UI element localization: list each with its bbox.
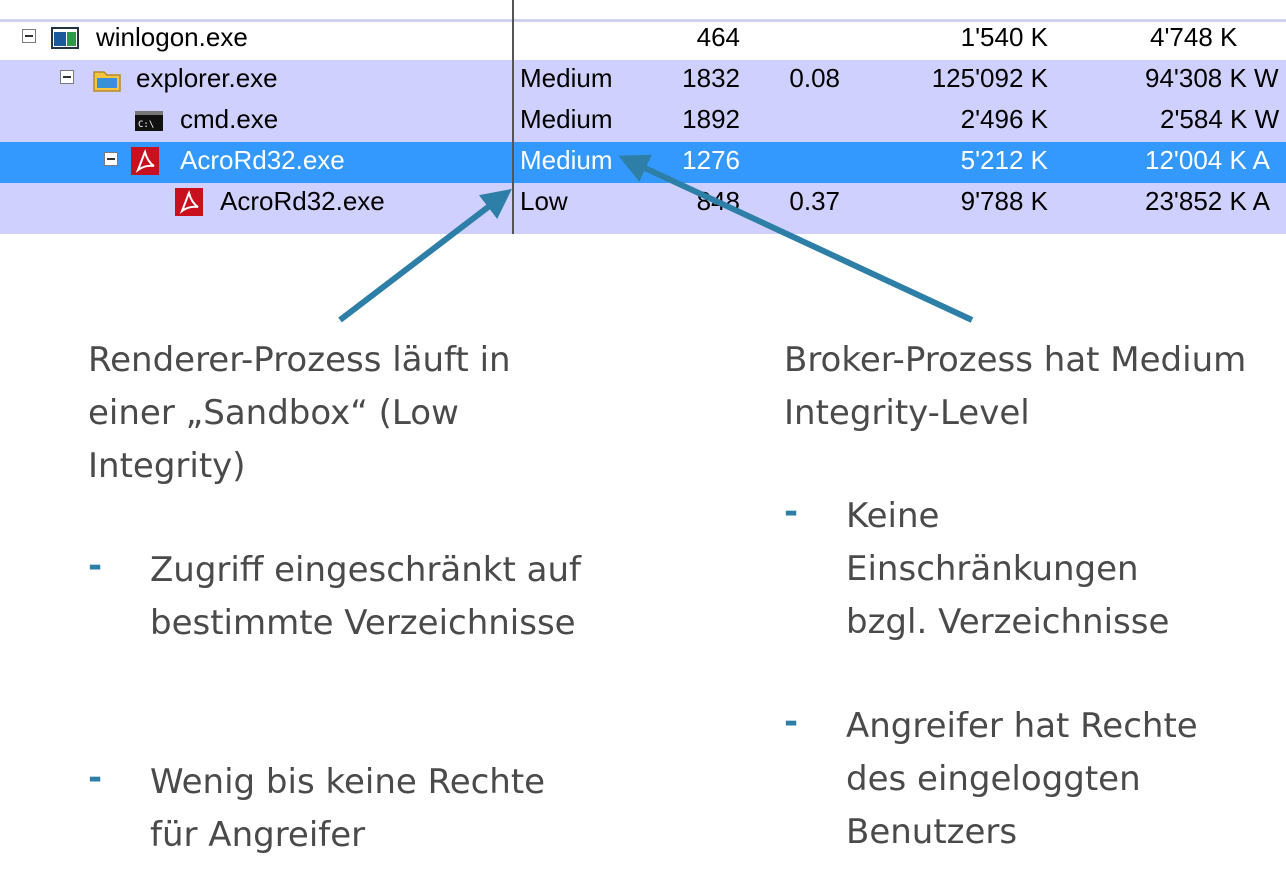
- process-row-acrord32-broker[interactable]: AcroRd32.exe Medium 1276 5'212 K 12'004 …: [0, 142, 1286, 183]
- column-divider[interactable]: [512, 0, 514, 234]
- renderer-bullet-1: - Zugriff eingeschränkt auf bestimmte Ve…: [88, 544, 590, 650]
- broker-note-heading: Broker-Prozess hat Medium Integrity-Leve…: [784, 340, 1247, 433]
- working-set: 94'308 K W: [1145, 63, 1279, 93]
- bullet-text: Wenig bis keine Rechte für Angreifer: [150, 762, 546, 855]
- private-bytes: 2'496 K: [960, 104, 1048, 134]
- bullet-dash: -: [88, 758, 103, 798]
- process-name: winlogon.exe: [96, 22, 248, 52]
- process-row-winlogon[interactable]: winlogon.exe 464 1'540 K 4'748 K: [0, 19, 1286, 60]
- process-row-explorer[interactable]: explorer.exe Medium 1832 0.08 125'092 K …: [0, 60, 1286, 101]
- pid: 1892: [682, 104, 740, 134]
- working-set: 2'584 K W: [1160, 104, 1280, 134]
- process-name: explorer.exe: [136, 63, 278, 93]
- collapse-toggle-icon[interactable]: [104, 152, 118, 166]
- private-bytes: 9'788 K: [960, 186, 1048, 216]
- folder-icon: [93, 71, 121, 92]
- process-name: cmd.exe: [180, 104, 279, 134]
- process-row-cmd[interactable]: C:\ cmd.exe Medium 1892 2'496 K 2'584 K …: [0, 101, 1286, 142]
- pid: 1832: [682, 63, 740, 93]
- broker-bullet-1: - Keine Einschränkungen bzgl. Verzeichni…: [784, 490, 1226, 649]
- process-name: AcroRd32.exe: [220, 186, 385, 216]
- pdf-icon: [175, 188, 203, 216]
- svg-text:C:\: C:\: [138, 120, 154, 130]
- process-row-acrord32-renderer[interactable]: AcroRd32.exe Low 848 0.37 9'788 K 23'852…: [0, 183, 1286, 224]
- integrity-level: Medium: [520, 145, 613, 175]
- integrity-level: Low: [520, 186, 568, 216]
- working-set: 4'748 K: [1150, 22, 1238, 52]
- pid: 848: [696, 186, 740, 216]
- private-bytes: 5'212 K: [960, 145, 1048, 175]
- pdf-icon: [131, 147, 159, 175]
- integrity-level: Medium: [520, 63, 613, 93]
- bullet-dash: -: [784, 702, 799, 742]
- console-icon: C:\: [135, 111, 163, 131]
- process-row-partial: [0, 224, 1286, 234]
- collapse-toggle-icon[interactable]: [22, 29, 36, 43]
- private-bytes: 1'540 K: [960, 22, 1048, 52]
- cpu: 0.37: [789, 186, 840, 216]
- pid: 1276: [682, 145, 740, 175]
- pid: 464: [696, 22, 740, 52]
- integrity-level: Medium: [520, 104, 613, 134]
- bullet-text: Keine Einschränkungen bzgl. Verzeichniss…: [846, 496, 1170, 642]
- working-set: 12'004 K A: [1145, 145, 1270, 175]
- bullet-text: Zugriff eingeschränkt auf bestimmte Verz…: [150, 550, 581, 643]
- cpu: 0.08: [789, 63, 840, 93]
- window-icon: [51, 27, 79, 49]
- broker-bullet-2: - Angreifer hat Rechte des eingeloggten …: [784, 700, 1246, 859]
- collapse-toggle-icon[interactable]: [60, 70, 74, 84]
- bullet-dash: -: [784, 492, 799, 532]
- process-explorer-crop: winlogon.exe 464 1'540 K 4'748 K explore…: [0, 0, 1286, 234]
- bullet-text: Angreifer hat Rechte des eingeloggten Be…: [846, 706, 1198, 852]
- renderer-bullet-2: - Wenig bis keine Rechte für Angreifer: [88, 756, 600, 862]
- bullet-dash: -: [88, 546, 103, 586]
- working-set: 23'852 K A: [1145, 186, 1270, 216]
- private-bytes: 125'092 K: [931, 63, 1048, 93]
- renderer-note-heading: Renderer-Prozess läuft in einer „Sandbox…: [88, 340, 511, 486]
- app-icon: [136, 226, 166, 234]
- process-name: AcroRd32.exe: [180, 145, 345, 175]
